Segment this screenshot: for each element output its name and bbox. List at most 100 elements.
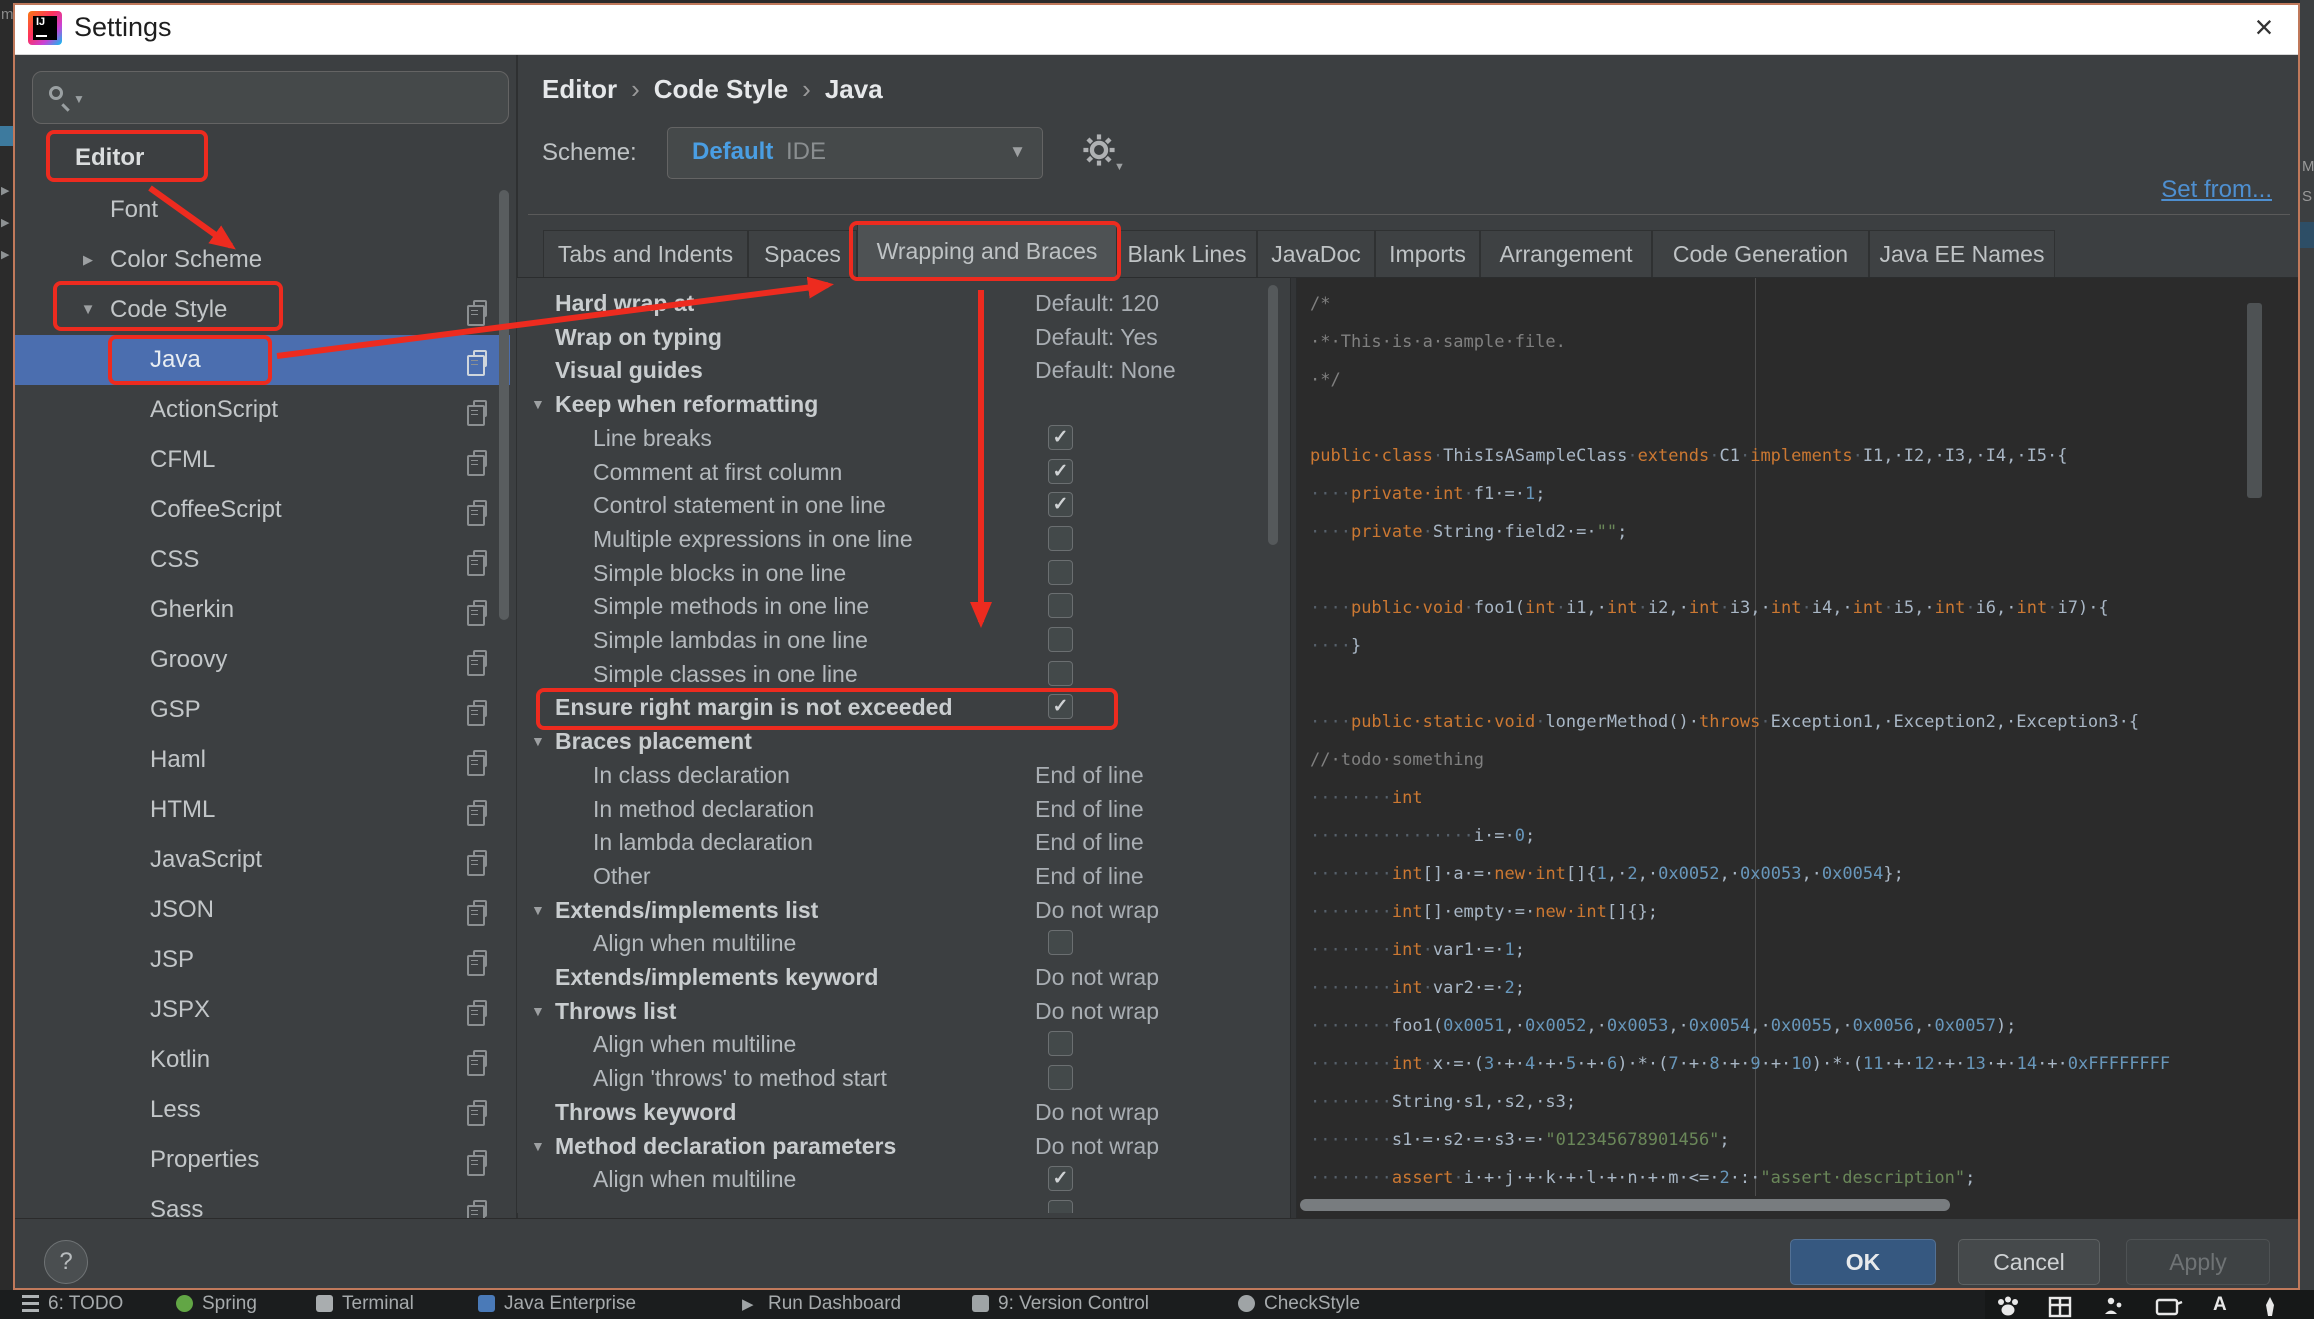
sidebar-item-sass[interactable]: Sass <box>15 1185 510 1218</box>
toolwindow-button-6-todo[interactable]: 6: TODO <box>48 1293 123 1319</box>
setting-value[interactable]: Do not wrap <box>1035 1095 1159 1129</box>
setting-value[interactable]: Default: Yes <box>1035 320 1158 354</box>
sidebar-item-code-style[interactable]: ▼Code Style <box>15 285 510 335</box>
tab-wrapping-and-braces[interactable]: Wrapping and Braces <box>857 223 1117 277</box>
breadcrumb-part[interactable]: Java <box>825 74 883 104</box>
tree-expanded-icon[interactable]: ▼ <box>78 285 98 335</box>
setting-value[interactable]: End of line <box>1035 792 1144 826</box>
sidebar-item-jspx[interactable]: JSPX <box>15 985 510 1035</box>
sidebar-item-properties[interactable]: Properties <box>15 1135 510 1185</box>
sidebar-item-haml[interactable]: Haml <box>15 735 510 785</box>
sidebar-item-cfml[interactable]: CFML <box>15 435 510 485</box>
toolwindow-icon <box>1238 1295 1255 1312</box>
tab-java-ee-names[interactable]: Java EE Names <box>1869 230 2055 277</box>
tab-code-generation[interactable]: Code Generation <box>1652 230 1869 277</box>
tab-tabs-and-indents[interactable]: Tabs and Indents <box>543 230 748 277</box>
checkbox-checked[interactable]: ✓ <box>1048 1166 1073 1191</box>
sidebar-item-html[interactable]: HTML <box>15 785 510 835</box>
sidebar-item-editor[interactable]: Editor <box>15 133 510 183</box>
group-expanded-icon[interactable]: ▼ <box>531 387 545 421</box>
sidebar-item-less[interactable]: Less <box>15 1085 510 1135</box>
close-icon[interactable]: × <box>2242 7 2286 49</box>
tab-spaces[interactable]: Spaces <box>748 230 857 277</box>
setting-value[interactable]: End of line <box>1035 758 1144 792</box>
sidebar-item-label: Color Scheme <box>110 235 262 285</box>
setting-value[interactable]: Default: 120 <box>1035 286 1159 320</box>
tree-collapsed-icon[interactable]: ▶ <box>78 235 98 285</box>
checkbox-unchecked[interactable] <box>1048 1065 1073 1090</box>
setting-value[interactable]: End of line <box>1035 825 1144 859</box>
sidebar-item-gherkin[interactable]: Gherkin <box>15 585 510 635</box>
toolwindow-button-9-version-control[interactable]: 9: Version Control <box>998 1293 1149 1319</box>
toolwindow-button-checkstyle[interactable]: CheckStyle <box>1264 1293 1360 1319</box>
sidebar-item-groovy[interactable]: Groovy <box>15 635 510 685</box>
checkbox-unchecked[interactable] <box>1048 661 1073 686</box>
sidebar-item-gsp[interactable]: GSP <box>15 685 510 735</box>
sidebar-item-javascript[interactable]: JavaScript <box>15 835 510 885</box>
code-line: public·class·ThisIsASampleClass·extends·… <box>1310 437 2290 475</box>
sidebar-item-coffeescript[interactable]: CoffeeScript <box>15 485 510 535</box>
checkbox-unchecked[interactable] <box>1048 1200 1073 1213</box>
checkbox-unchecked[interactable] <box>1048 560 1073 585</box>
pane-divider[interactable] <box>1290 278 1297 1218</box>
apply-button[interactable]: Apply <box>2126 1239 2270 1285</box>
sidebar-item-css[interactable]: CSS <box>15 535 510 585</box>
checkbox-unchecked[interactable] <box>1048 627 1073 652</box>
set-from-link[interactable]: Set from... <box>2100 176 2272 204</box>
tab-blank-lines[interactable]: Blank Lines <box>1117 230 1257 277</box>
sidebar-item-kotlin[interactable]: Kotlin <box>15 1035 510 1085</box>
setting-value[interactable]: Do not wrap <box>1035 960 1159 994</box>
breadcrumb-part[interactable]: Code Style <box>654 74 788 104</box>
sidebar-item-json[interactable]: JSON <box>15 885 510 935</box>
setting-value[interactable]: End of line <box>1035 859 1144 893</box>
sidebar-item-font[interactable]: Font <box>15 185 510 235</box>
tab-imports[interactable]: Imports <box>1375 230 1480 277</box>
tab-javadoc[interactable]: JavaDoc <box>1257 230 1375 277</box>
screen: m ▶ ▶ ▶ M S IJ Settings × ▼ EditorFont▶C… <box>0 0 2314 1319</box>
ok-button[interactable]: OK <box>1790 1239 1936 1285</box>
settings-scrollbar[interactable] <box>1268 285 1278 545</box>
checkbox-checked[interactable]: ✓ <box>1048 459 1073 484</box>
breadcrumb-part[interactable]: Editor <box>542 74 617 104</box>
group-expanded-icon[interactable]: ▼ <box>531 724 545 758</box>
checkbox-unchecked[interactable] <box>1048 1031 1073 1056</box>
setting-label: Keep when reformatting <box>555 387 818 421</box>
setting-value[interactable]: Do not wrap <box>1035 1129 1159 1163</box>
search-box[interactable]: ▼ <box>32 71 509 124</box>
sidebar-scrollbar[interactable] <box>499 190 509 620</box>
checkbox-unchecked[interactable] <box>1048 526 1073 551</box>
scheme-select[interactable]: Default IDE ▼ <box>667 127 1043 179</box>
toolwindow-button-run-dashboard[interactable]: Run Dashboard <box>768 1293 901 1319</box>
group-expanded-icon[interactable]: ▼ <box>531 994 545 1028</box>
toolwindow-button-spring[interactable]: Spring <box>202 1293 257 1319</box>
search-input[interactable] <box>97 76 497 119</box>
code-line <box>1310 399 2290 437</box>
sidebar-item-jsp[interactable]: JSP <box>15 935 510 985</box>
setting-value[interactable]: Do not wrap <box>1035 994 1159 1028</box>
sidebar-item-label: JSON <box>150 885 214 935</box>
group-expanded-icon[interactable]: ▼ <box>531 893 545 927</box>
code-line: ········int <box>1310 779 2290 817</box>
checkbox-checked[interactable]: ✓ <box>1048 694 1073 719</box>
checkbox-checked[interactable]: ✓ <box>1048 492 1073 517</box>
gear-icon[interactable]: ▼ <box>1082 133 1126 177</box>
code-horizontal-scrollbar[interactable] <box>1300 1199 1950 1211</box>
code-vertical-scrollbar[interactable] <box>2247 303 2262 498</box>
sidebar-item-java[interactable]: Java <box>15 335 510 385</box>
checkbox-unchecked[interactable] <box>1048 593 1073 618</box>
sidebar-item-actionscript[interactable]: ActionScript <box>15 385 510 435</box>
setting-label: Throws list <box>555 994 676 1028</box>
help-button[interactable]: ? <box>44 1240 88 1284</box>
group-expanded-icon[interactable]: ▼ <box>531 1129 545 1163</box>
setting-row-ensure-right-margin-is-not-exceeded: Ensure right margin is not exceeded ✓ <box>517 690 1290 724</box>
tab-arrangement[interactable]: Arrangement <box>1480 230 1652 277</box>
checkbox-unchecked[interactable] <box>1048 930 1073 955</box>
toolwindow-button-java-enterprise[interactable]: Java Enterprise <box>504 1293 636 1319</box>
toolwindow-button-terminal[interactable]: Terminal <box>342 1293 414 1319</box>
checkbox-checked[interactable]: ✓ <box>1048 425 1073 450</box>
setting-value[interactable]: Do not wrap <box>1035 893 1159 927</box>
cancel-button[interactable]: Cancel <box>1958 1239 2100 1285</box>
setting-label: Ensure right margin is not exceeded <box>555 690 953 724</box>
setting-value[interactable]: Default: None <box>1035 353 1176 387</box>
sidebar-item-color-scheme[interactable]: ▶Color Scheme <box>15 235 510 285</box>
